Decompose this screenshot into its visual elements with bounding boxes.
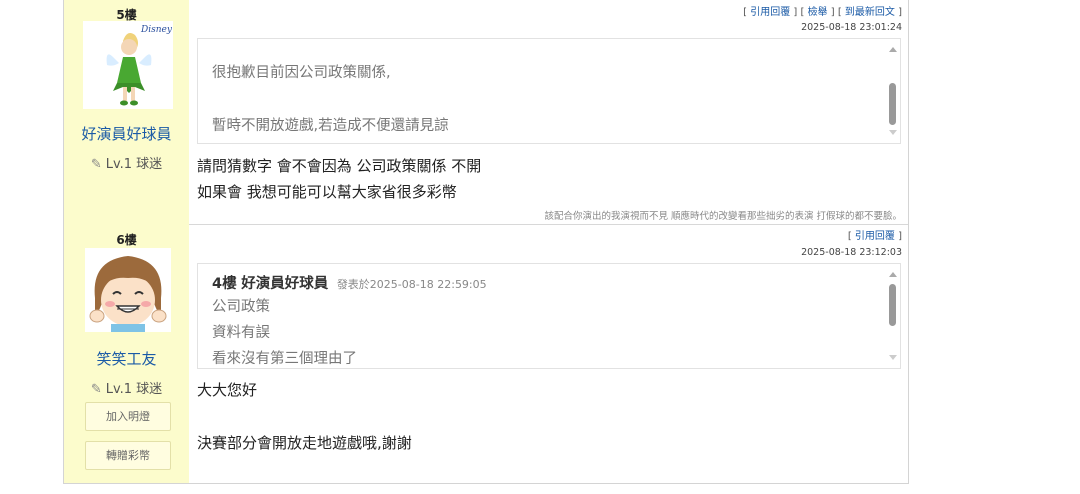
quote-line: 資料有誤 [212, 325, 270, 341]
post-timestamp: 2025-08-18 23:12:03 [801, 247, 902, 258]
smiling-girl-avatar-icon [85, 248, 171, 332]
pencil-icon: ✎ [90, 157, 102, 172]
quote-scrollbar[interactable] [886, 39, 900, 143]
post-timestamp: 2025-08-18 23:01:24 [801, 22, 902, 33]
quote-reply-link[interactable]: 引用回覆 [750, 7, 790, 18]
fairy-figurine-avatar-icon: Disney [83, 21, 173, 109]
disney-logo: Disney [140, 25, 173, 35]
post-floor-5: 5樓 Disney 好演員好球員 ✎ Lv.1 球迷 [引用回覆] [檢舉… [64, 0, 908, 225]
post-body-line: 請問猜數字 會不會因為 公司政策關係 不開 [197, 157, 482, 175]
avatar[interactable] [85, 248, 171, 332]
username[interactable]: 笑笑工友 [64, 348, 189, 369]
post-actions: [ 引用回覆 ] [ 檢舉 ] [ 到最新回文 ] [743, 7, 902, 18]
post-body-line: 大大您好 [197, 381, 258, 399]
user-panel: 5樓 Disney 好演員好球員 ✎ Lv.1 球迷 [64, 0, 189, 224]
post-floor-6: 6樓 笑笑工友 ✎ Lv.1 球迷 加入明燈 轉贈彩幣 [引用回覆] 202… [64, 224, 908, 483]
add-light-button[interactable]: 加入明燈 [85, 402, 171, 431]
user-level: ✎ Lv.1 球迷 [64, 378, 189, 397]
post-body-line: 決賽部分會開放走地遊戲哦,謝謝 [197, 434, 412, 452]
user-panel: 6樓 笑笑工友 ✎ Lv.1 球迷 加入明燈 轉贈彩幣 [64, 224, 189, 483]
forum-thread: 5樓 Disney 好演員好球員 ✎ Lv.1 球迷 [引用回覆] [檢舉… [63, 0, 909, 484]
scroll-down-icon[interactable] [889, 355, 897, 360]
quote-reply-link[interactable]: 引用回覆 [855, 231, 895, 242]
quote-line: 看來沒有第三個理由了 [212, 351, 357, 367]
report-link[interactable]: 檢舉 [808, 7, 828, 18]
scroll-thumb[interactable] [889, 284, 896, 326]
user-signature: 該配合你演出的我演視而不見 順應時代的改變看那些拙劣的表演 打假球的都不要臉。 [544, 211, 902, 222]
quote-line: 很抱歉目前因公司政策關係, [212, 65, 391, 81]
level-label: Lv.1 球迷 [105, 382, 163, 397]
quote-line: 暫時不開放遊戲,若造成不便還請見諒 [212, 118, 449, 134]
quoted-floor: 4樓 [212, 276, 237, 292]
latest-reply-link[interactable]: 到最新回文 [845, 7, 895, 18]
user-level: ✎ Lv.1 球迷 [64, 153, 189, 172]
post-body-line: 如果會 我想可能可以幫大家省很多彩幣 [197, 183, 457, 201]
quote-header: 4樓 好演員好球員 發表於2025-08-18 22:59:05 [212, 272, 487, 293]
scroll-up-icon[interactable] [889, 272, 897, 277]
scroll-down-icon[interactable] [889, 130, 897, 135]
avatar[interactable]: Disney [83, 21, 173, 109]
quote-scrollbar[interactable] [886, 264, 900, 368]
post-actions: [ 引用回覆 ] [847, 231, 902, 242]
level-label: Lv.1 球迷 [105, 157, 163, 172]
quote-box[interactable]: 4樓 好演員好球員 發表於2025-08-18 22:59:05 公司政策 資料… [197, 263, 901, 369]
post-content: [ 引用回覆 ] [ 檢舉 ] [ 到最新回文 ] 2025-08-18 23:… [189, 0, 908, 224]
post-content: [ 引用回覆 ] 2025-08-18 23:12:03 4樓 好演員好球員 發… [189, 224, 908, 483]
scroll-up-icon[interactable] [889, 47, 897, 52]
quote-line: 公司政策 [212, 299, 270, 315]
floor-number: 6樓 [116, 233, 137, 247]
quote-box[interactable]: 很抱歉目前因公司政策關係, 暫時不開放遊戲,若造成不便還請見諒 [197, 38, 901, 144]
quoted-author[interactable]: 好演員好球員 [241, 276, 328, 292]
quoted-time: 發表於2025-08-18 22:59:05 [336, 278, 487, 291]
gift-coins-button[interactable]: 轉贈彩幣 [85, 441, 171, 470]
scroll-thumb[interactable] [889, 83, 896, 125]
pencil-icon: ✎ [90, 382, 102, 397]
username[interactable]: 好演員好球員 [64, 123, 189, 144]
